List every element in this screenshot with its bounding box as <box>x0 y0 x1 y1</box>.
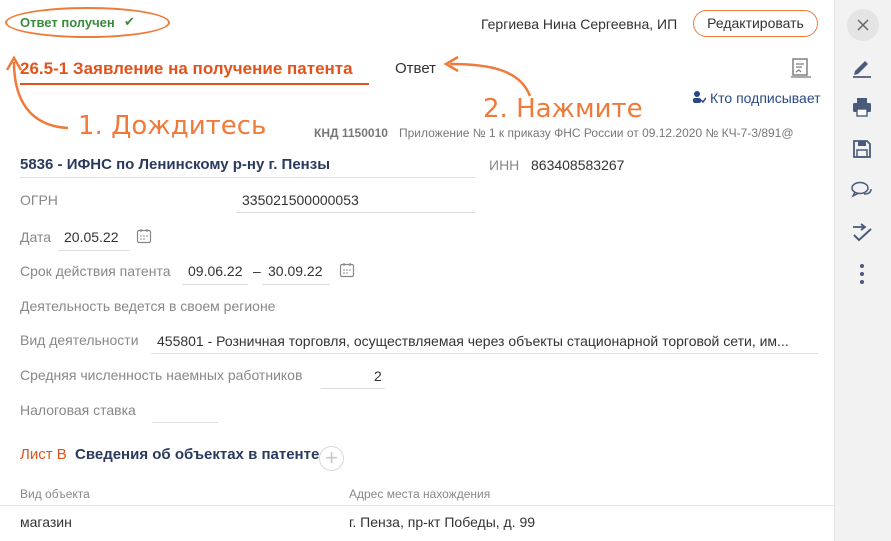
sheet-label: Лист В <box>20 446 67 463</box>
field-underline <box>236 212 475 213</box>
tab-document-title[interactable]: 26.5-1 Заявление на получение патента <box>20 59 353 79</box>
column-header-address: Адрес места нахождения <box>349 487 491 501</box>
save-icon[interactable] <box>847 134 877 164</box>
close-icon[interactable] <box>847 9 879 41</box>
more-icon[interactable] <box>847 259 877 289</box>
tax-rate-field[interactable] <box>152 422 218 423</box>
check-send-icon[interactable] <box>847 217 877 247</box>
field-underline <box>182 284 248 285</box>
inn-label: ИНН <box>489 157 520 173</box>
activity-label: Вид деятельности <box>20 332 139 348</box>
active-tab-underline <box>20 83 369 85</box>
field-underline <box>262 284 330 285</box>
field-underline <box>20 177 475 178</box>
table-cell-object-type[interactable]: магазин <box>20 514 72 530</box>
sign-icon[interactable] <box>847 52 877 82</box>
tab-answer[interactable]: Ответ <box>395 60 436 77</box>
date-field[interactable]: 20.05.22 <box>64 229 119 245</box>
period-from-field[interactable]: 09.06.22 <box>188 263 243 279</box>
comments-icon[interactable] <box>847 175 877 205</box>
workers-label: Средняя численность наемных работников <box>20 367 303 383</box>
signers-link[interactable]: Кто подписывает <box>710 90 821 106</box>
field-underline <box>321 388 385 389</box>
table-divider <box>0 505 834 506</box>
inn-value: 863408583267 <box>531 157 625 173</box>
user-name: Гергиева Нина Сергеевна, ИП <box>481 16 678 32</box>
edit-button[interactable]: Редактировать <box>693 10 818 37</box>
sheet-title: Сведения об объектах в патенте <box>75 446 320 463</box>
ogrn-field[interactable]: 335021500000053 <box>242 192 359 208</box>
annotation-step-2: 2. Нажмите <box>483 94 643 124</box>
patent-period-label: Срок действия патента <box>20 263 171 279</box>
period-to-field[interactable]: 30.09.22 <box>268 263 323 279</box>
tax-office-field[interactable]: 5836 - ИФНС по Ленинскому р-ну г. Пензы <box>20 156 330 173</box>
document-certificate-icon[interactable] <box>790 57 812 79</box>
tax-rate-label: Налоговая ставка <box>20 402 136 418</box>
region-label: Деятельность ведется в своем регионе <box>20 298 276 314</box>
activity-field[interactable]: 455801 - Розничная торговля, осуществляе… <box>157 333 789 349</box>
knd-order-text: Приложение № 1 к приказу ФНС России от 0… <box>399 126 794 140</box>
annotation-circle <box>5 7 170 38</box>
field-underline <box>151 353 818 354</box>
add-object-button[interactable]: + <box>319 446 344 471</box>
period-dash: – <box>253 263 261 279</box>
print-icon[interactable] <box>847 92 877 122</box>
annotation-step-1: 1. Дождитесь <box>78 111 267 141</box>
workers-field[interactable]: 2 <box>374 368 382 384</box>
calendar-icon[interactable] <box>339 262 355 278</box>
ogrn-label: ОГРН <box>20 192 58 208</box>
signers-icon <box>693 91 706 104</box>
knd-code: КНД 1150010 <box>314 126 388 140</box>
calendar-icon[interactable] <box>136 228 152 244</box>
document-panel: Ответ получен ✔ Гергиева Нина Сергеевна,… <box>0 0 834 541</box>
field-underline <box>58 250 130 251</box>
table-cell-address[interactable]: г. Пенза, пр-кт Победы, д. 99 <box>349 514 535 530</box>
date-label: Дата <box>20 229 52 245</box>
column-header-object-type: Вид объекта <box>20 487 90 501</box>
